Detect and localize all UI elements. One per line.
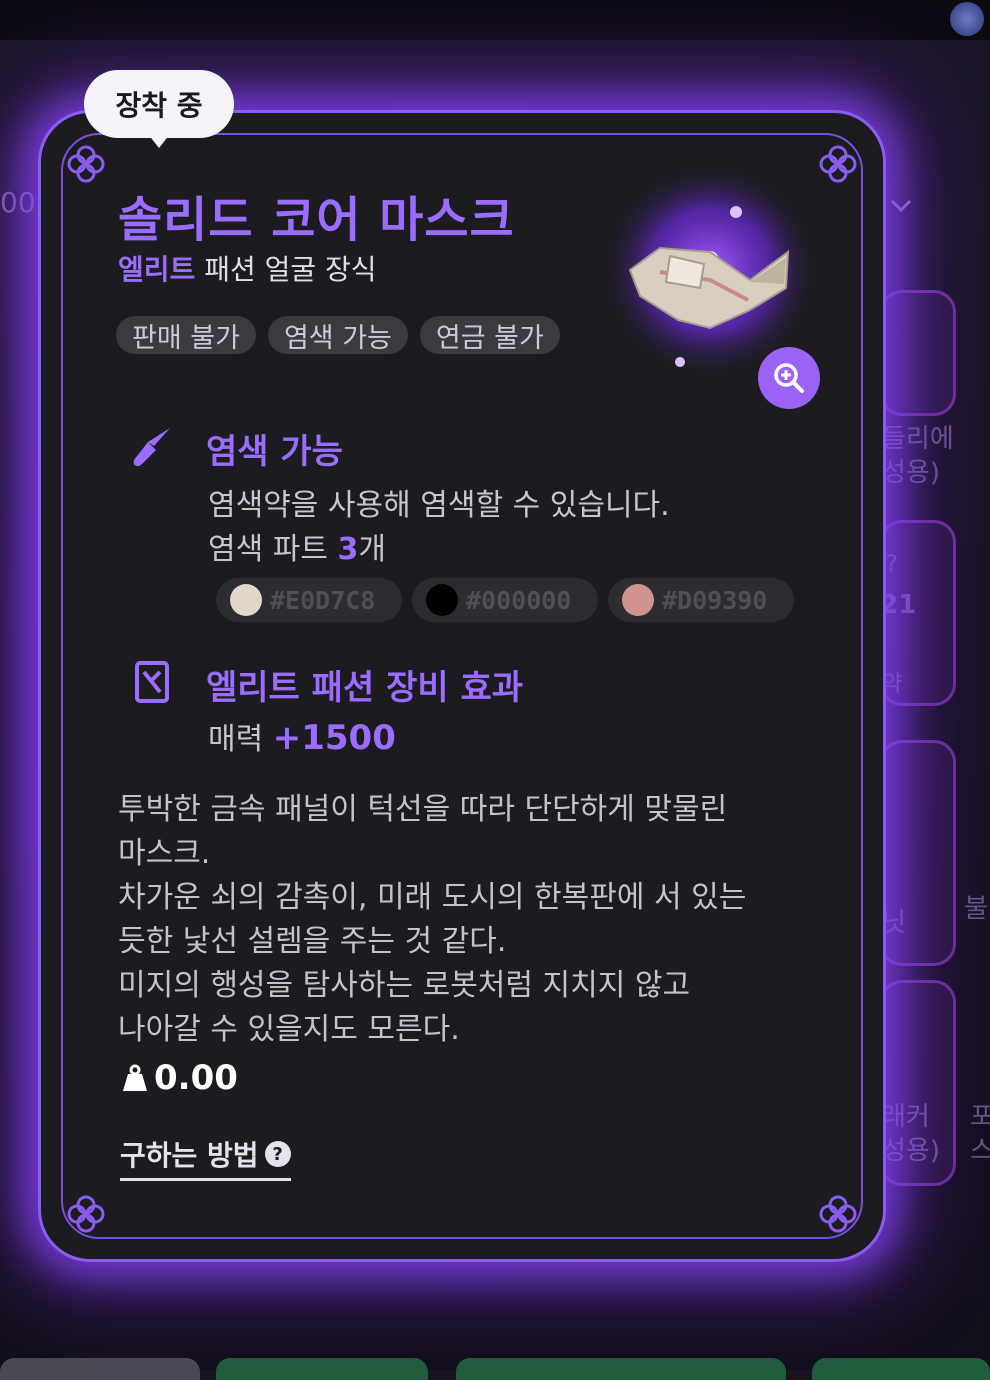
chevron-down-icon[interactable] — [888, 192, 914, 218]
zoom-in-icon — [774, 363, 804, 393]
item-category: 엘리트 패션 얼굴 장식 — [118, 248, 377, 288]
color-drop-icon — [622, 584, 654, 616]
zoom-button[interactable] — [758, 347, 820, 409]
question-icon: ? — [264, 1141, 291, 1167]
top-right-coin-icon[interactable] — [950, 2, 984, 36]
corner-knot-icon — [67, 1195, 105, 1233]
dye-parts-label: 염색 파트 — [208, 532, 338, 567]
dye-parts: 염색 파트 3개 — [208, 524, 386, 568]
ghost-item-card — [880, 290, 956, 416]
dye-description: 염색약을 사용해 염색할 수 있습니다. — [208, 488, 670, 523]
description-line: 마스크. — [118, 836, 211, 871]
ghost-label: 래커 — [882, 1102, 930, 1132]
item-tags: 판매 불가 염색 가능 연금 불가 — [116, 316, 560, 354]
ghost-label: 들리에 — [882, 424, 954, 454]
corner-knot-icon — [67, 145, 105, 183]
tag-dyeable: 염색 가능 — [267, 316, 408, 354]
item-description: 투박한 금속 패널이 턱선을 따라 단단하게 맞물린 마스크. 차가운 쇠의 감… — [118, 788, 798, 1052]
item-name: 솔리드 코어 마스크 — [118, 192, 515, 248]
stat-name: 매력 — [208, 722, 273, 757]
ghost-label: 불 — [964, 894, 988, 924]
equipment-card-icon — [135, 661, 169, 703]
how-to-get-link[interactable]: 구하는 방법 ? — [120, 1134, 291, 1181]
how-to-get-label: 구하는 방법 — [120, 1139, 259, 1172]
description-line: 나아갈 수 있을지도 모른다. — [118, 1012, 460, 1047]
dye-color-swatch[interactable]: #000000 — [412, 578, 598, 622]
dye-color-swatch[interactable]: #D09390 — [608, 578, 794, 622]
dye-color-swatch[interactable]: #E0D7C8 — [216, 578, 402, 622]
item-category-label: 패션 얼굴 장식 — [204, 253, 377, 286]
bottom-tab[interactable] — [456, 1358, 786, 1380]
left-number: 00 — [0, 186, 36, 219]
brush-icon — [133, 428, 170, 467]
equipped-badge: 장착 중 — [84, 70, 234, 138]
dye-color-list: #E0D7C8 #000000 #D09390 — [216, 578, 794, 622]
bottom-tab[interactable] — [0, 1358, 200, 1380]
effect-section-title: 엘리트 패션 장비 효과 — [206, 668, 524, 708]
weight-icon — [123, 1064, 147, 1091]
description-line: 차가운 쇠의 감촉이, 미래 도시의 한복판에 서 있는 — [118, 880, 747, 915]
top-bar — [0, 0, 990, 40]
ghost-label: 스 — [970, 1136, 990, 1166]
equipped-badge-tail — [148, 134, 170, 148]
description-line: 듯한 낯선 설렘을 주는 것 같다. — [118, 924, 507, 959]
ghost-label: 성용) — [882, 1136, 940, 1166]
effect-stat: 매력 +1500 — [208, 714, 396, 758]
bottom-tab[interactable] — [812, 1358, 990, 1380]
corner-knot-icon — [819, 1195, 857, 1233]
dye-parts-count: 3 — [337, 532, 359, 567]
tag-no-alchemy: 연금 불가 — [419, 316, 560, 354]
tag-not-sellable: 판매 불가 — [116, 316, 256, 354]
color-drop-icon — [230, 584, 262, 616]
color-hex-label: #000000 — [466, 585, 572, 615]
background-item-list: 들리에 성용) ? 21 래커 성용) 불 포 스 닛 약 — [880, 100, 990, 1300]
description-line: 투박한 금속 패널이 턱선을 따라 단단하게 맞물린 — [118, 792, 728, 827]
stat-value: +1500 — [272, 718, 396, 758]
item-weight: 0.00 — [122, 1058, 238, 1098]
bottom-tab[interactable] — [216, 1358, 428, 1380]
ghost-label: 포 — [970, 1102, 990, 1132]
weight-value: 0.00 — [154, 1058, 238, 1098]
color-hex-label: #E0D7C8 — [270, 585, 376, 615]
color-hex-label: #D09390 — [662, 585, 768, 615]
dye-parts-unit: 개 — [358, 532, 386, 567]
ghost-label: 성용) — [882, 458, 940, 488]
description-line: 미지의 행성을 탐사하는 로봇처럼 지치지 않고 — [118, 968, 691, 1003]
ghost-label: ? — [886, 552, 898, 577]
color-drop-icon — [426, 584, 458, 616]
dye-section-title: 염색 가능 — [206, 432, 343, 472]
item-grade: 엘리트 — [118, 253, 196, 286]
corner-knot-icon — [819, 145, 857, 183]
